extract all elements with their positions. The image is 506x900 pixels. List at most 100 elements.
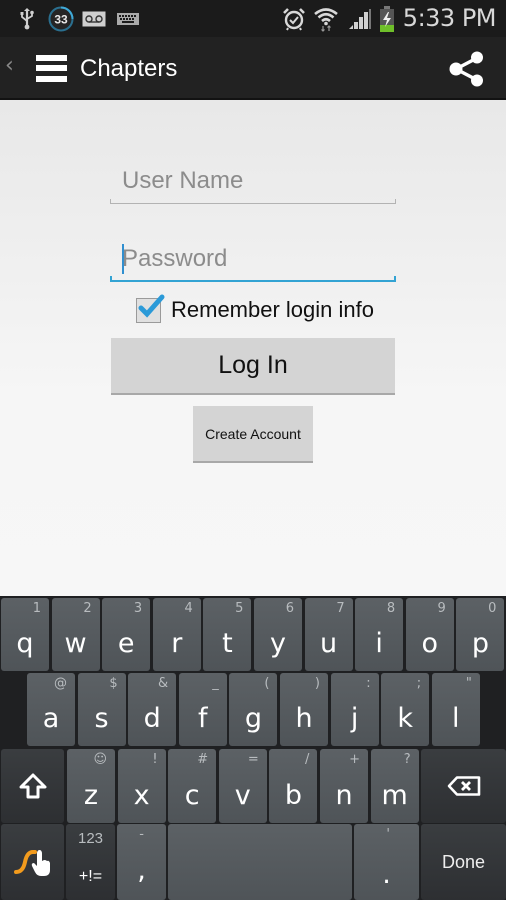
period-key[interactable]: ' . — [354, 824, 419, 900]
key-c[interactable]: # c — [168, 749, 217, 823]
key-hint: 5 — [235, 601, 244, 616]
key-label: h — [295, 703, 313, 734]
create-account-button[interactable]: Create Account — [193, 406, 313, 461]
login-screen: User Name Password Remember login info L… — [0, 100, 506, 596]
key-u[interactable]: 7u — [304, 598, 353, 671]
key-a[interactable]: @ a — [27, 673, 75, 746]
key-label: v — [234, 780, 251, 811]
key-label: x — [133, 780, 150, 811]
key-v[interactable]: = v — [218, 749, 267, 823]
period-key-label: . — [382, 859, 391, 890]
status-time: 5:33 PM — [402, 4, 497, 32]
shift-key[interactable] — [1, 749, 64, 823]
keyboard-icon — [117, 0, 139, 37]
key-hint: : — [366, 676, 371, 691]
backspace-icon — [421, 749, 506, 823]
key-i[interactable]: 8i — [355, 598, 404, 671]
signal-icon — [348, 0, 372, 37]
key-hint: 0 — [488, 601, 497, 616]
key-label: o — [421, 628, 439, 659]
username-field[interactable]: User Name — [110, 162, 396, 204]
soft-keyboard: 123 +!= - , ' . Done 1q2w3e4r5t6y7u8i9o0… — [0, 596, 506, 900]
key-label: s — [94, 703, 109, 734]
remember-login-row[interactable]: Remember login info — [136, 294, 374, 324]
key-hint: ☺ — [93, 752, 107, 767]
key-m[interactable]: ? m — [370, 749, 419, 823]
key-j[interactable]: :j — [330, 673, 379, 746]
remember-checkbox[interactable] — [136, 294, 165, 323]
key-p[interactable]: 0p — [456, 598, 505, 671]
alarm-icon — [282, 0, 306, 37]
swype-key[interactable] — [1, 824, 64, 900]
key-s[interactable]: $ s — [77, 673, 126, 746]
key-label: c — [184, 780, 200, 811]
key-h[interactable]: ) h — [280, 673, 328, 746]
key-y[interactable]: 6y — [254, 598, 302, 671]
key-n[interactable]: + n — [320, 749, 368, 823]
usb-icon — [16, 0, 38, 37]
key-hint: 6 — [285, 601, 294, 616]
login-button[interactable]: Log In — [111, 338, 395, 393]
key-hint: 7 — [336, 601, 345, 616]
key-f[interactable]: _ f — [178, 673, 227, 746]
key-hint: ; — [416, 676, 422, 691]
key-hint: / — [305, 752, 310, 767]
share-icon[interactable] — [448, 51, 486, 87]
period-key-hint: ' — [386, 827, 390, 842]
key-label: n — [335, 780, 353, 811]
key-q[interactable]: 1q — [1, 598, 49, 671]
key-hint: 9 — [437, 601, 446, 616]
key-label: l — [452, 703, 460, 734]
key-r[interactable]: 4r — [152, 598, 201, 671]
key-label: b — [284, 780, 302, 811]
key-g[interactable]: (g — [229, 673, 278, 746]
key-label: r — [171, 628, 183, 659]
svg-text:33: 33 — [54, 12, 68, 26]
key-w[interactable]: 2w — [51, 598, 100, 671]
key-d[interactable]: & d — [128, 673, 177, 746]
key-o[interactable]: 9o — [405, 598, 454, 671]
key-t[interactable]: 5t — [203, 598, 252, 671]
key-label: w — [64, 628, 87, 659]
key-label: p — [471, 628, 489, 659]
comma-key-hint: - — [139, 827, 144, 842]
done-key-label: Done — [441, 851, 486, 872]
notification-count-badge: 33 — [48, 0, 74, 37]
comma-key[interactable]: - , — [117, 824, 166, 900]
key-b[interactable]: / b — [269, 749, 318, 823]
hamburger-menu-icon[interactable] — [36, 55, 67, 82]
done-key[interactable]: Done — [421, 824, 506, 900]
key-hint: $ — [109, 676, 118, 691]
space-key[interactable] — [168, 824, 352, 900]
key-label: z — [83, 780, 99, 811]
key-hint: + — [349, 752, 360, 767]
key-k[interactable]: ; k — [381, 673, 430, 746]
backspace-key[interactable] — [421, 749, 506, 823]
key-hint: = — [247, 752, 259, 767]
key-label: u — [320, 628, 338, 659]
password-field[interactable]: Password — [110, 240, 396, 282]
symbols-key[interactable]: 123 +!= — [66, 824, 115, 900]
back-chevron-icon[interactable]: ‹ — [5, 53, 14, 78]
battery-charging-icon — [377, 0, 397, 37]
key-hint: ( — [264, 676, 270, 691]
key-e[interactable]: 3e — [102, 598, 151, 671]
key-z[interactable]: ☺ z — [67, 749, 115, 823]
key-hint: " — [465, 676, 472, 691]
key-label: a — [42, 703, 60, 734]
key-label: e — [117, 628, 135, 659]
key-hint: ) — [314, 676, 320, 691]
key-hint: 4 — [184, 601, 193, 616]
key-l[interactable]: " l — [431, 673, 480, 746]
remember-label: Remember login info — [171, 297, 374, 322]
key-hint: ! — [152, 752, 158, 767]
key-hint: @ — [54, 676, 67, 691]
action-bar: ‹ Chapters — [0, 37, 506, 100]
key-label: f — [198, 703, 208, 734]
voicemail-icon — [82, 0, 106, 37]
key-label: j — [350, 703, 359, 734]
username-underline — [110, 199, 396, 204]
comma-key-label: , — [137, 855, 146, 886]
symbols-key-bottom-label: +!= — [78, 868, 103, 885]
key-x[interactable]: ! x — [117, 749, 166, 823]
